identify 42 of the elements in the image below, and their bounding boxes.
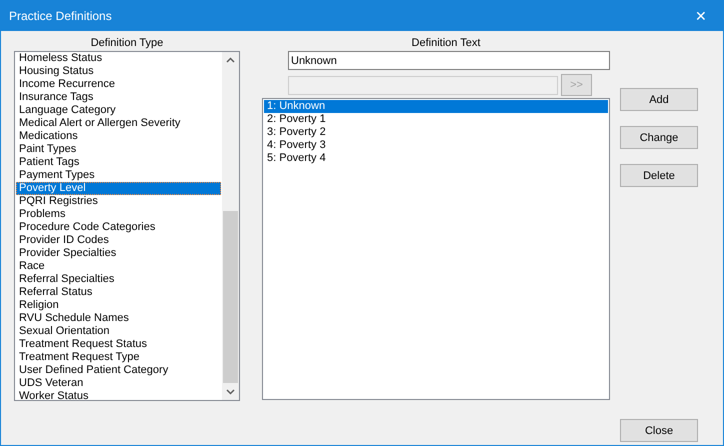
list-item[interactable]: Language Category <box>16 104 221 117</box>
list-item[interactable]: Worker Status <box>16 390 221 403</box>
list-item[interactable]: Medical Alert or Allergen Severity <box>16 117 221 130</box>
list-item[interactable]: Homeless Status <box>16 52 221 65</box>
list-item[interactable]: RVU Schedule Names <box>16 312 221 325</box>
list-item[interactable]: Payment Types <box>16 169 221 182</box>
list-item[interactable]: Treatment Request Type <box>16 351 221 364</box>
scrollbar-thumb[interactable] <box>223 211 238 383</box>
list-item[interactable]: 1: Unknown <box>264 100 608 113</box>
action-button[interactable]: Add <box>620 88 698 111</box>
list-item[interactable]: Sexual Orientation <box>16 325 221 338</box>
list-item[interactable]: Procedure Code Categories <box>16 221 221 234</box>
action-button[interactable]: Delete <box>620 164 698 187</box>
list-item[interactable]: Income Recurrence <box>16 78 221 91</box>
list-item[interactable]: 3: Poverty 2 <box>264 126 608 139</box>
list-item[interactable]: 5: Poverty 4 <box>264 152 608 165</box>
list-item[interactable]: Referral Specialties <box>16 273 221 286</box>
list-item[interactable]: Race <box>16 260 221 273</box>
list-item[interactable]: Paint Types <box>16 143 221 156</box>
list-item[interactable]: PQRI Registries <box>16 195 221 208</box>
list-item[interactable]: Provider Specialties <box>16 247 221 260</box>
action-button[interactable]: Change <box>620 126 698 149</box>
list-item[interactable]: Patient Tags <box>16 156 221 169</box>
list-item[interactable]: UDS Veteran <box>16 377 221 390</box>
list-item[interactable]: Referral Status <box>16 286 221 299</box>
list-item[interactable]: Religion <box>16 299 221 312</box>
list-item[interactable]: 2: Poverty 1 <box>264 113 608 126</box>
close-dialog-button[interactable]: Close <box>620 419 698 442</box>
list-label: Definition Type <box>90 37 164 49</box>
list-item[interactable]: 4: Poverty 3 <box>264 139 608 152</box>
list-item[interactable]: Poverty Level <box>16 182 221 195</box>
list-item[interactable]: Treatment Request Status <box>16 338 221 351</box>
list-item[interactable]: Housing Status <box>16 65 221 78</box>
list-item[interactable]: Provider ID Codes <box>16 234 221 247</box>
list-item[interactable]: User Defined Patient Category <box>16 364 221 377</box>
text-label: Definition Text <box>412 37 480 49</box>
close-button[interactable]: ✕ <box>679 1 723 31</box>
definition-text-field[interactable]: Unknown <box>288 51 610 70</box>
list-item[interactable]: Medications <box>16 130 221 143</box>
list-item[interactable]: Insurance Tags <box>16 91 221 104</box>
list-item[interactable]: Problems <box>16 208 221 221</box>
window-title: Practice Definitions <box>9 9 112 23</box>
